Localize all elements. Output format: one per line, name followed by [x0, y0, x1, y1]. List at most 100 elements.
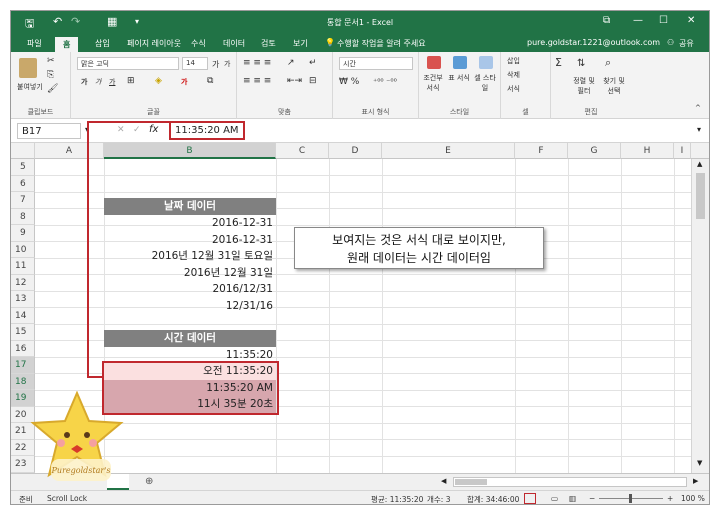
- select-all-corner[interactable]: [11, 143, 35, 159]
- cell-b13[interactable]: 12/31/16: [104, 298, 276, 315]
- horizontal-scrollbar[interactable]: [453, 477, 687, 487]
- account-email[interactable]: pure.goldstar.1221@outlook.com: [527, 38, 660, 47]
- number-format-select[interactable]: 시간: [339, 57, 413, 70]
- font-color-button[interactable]: 가: [181, 77, 187, 87]
- tell-me-search[interactable]: 수행할 작업을 알려 주세요: [337, 38, 426, 49]
- maximize-icon[interactable]: ☐: [659, 15, 668, 26]
- bold-button[interactable]: 가: [81, 77, 87, 87]
- column-header-i[interactable]: I: [674, 143, 691, 159]
- page-layout-view-icon[interactable]: ▭: [551, 494, 558, 503]
- insert-cells-button[interactable]: 삽입: [507, 56, 520, 66]
- row-header[interactable]: 14: [11, 307, 35, 324]
- zoom-slider[interactable]: [599, 494, 663, 503]
- minimize-icon[interactable]: —: [633, 15, 643, 26]
- zoom-out-icon[interactable]: −: [589, 494, 595, 503]
- share-button[interactable]: 공유: [679, 38, 694, 49]
- paste-icon[interactable]: [19, 58, 37, 78]
- column-header-g[interactable]: G: [568, 143, 621, 159]
- shrink-font-button[interactable]: 가: [224, 59, 230, 69]
- cell-b8[interactable]: 2016-12-31: [104, 215, 276, 232]
- column-header-b[interactable]: B: [104, 143, 276, 159]
- column-header-c[interactable]: C: [276, 143, 329, 159]
- orientation-icon[interactable]: ↗: [287, 58, 295, 68]
- cell-styles-button[interactable]: 셀 스타일: [473, 73, 497, 93]
- hscroll-left-icon[interactable]: ◀: [441, 477, 446, 485]
- decimal-icon[interactable]: ⁺⁰⁰ ⁻⁰⁰: [373, 77, 397, 86]
- tab-home[interactable]: 홈: [55, 37, 79, 52]
- font-name-select[interactable]: 맑은 고딕: [77, 57, 179, 70]
- grow-font-button[interactable]: 가: [212, 59, 219, 70]
- delete-cells-button[interactable]: 삭제: [507, 70, 520, 80]
- autosum-icon[interactable]: Σ: [555, 56, 562, 69]
- row-header[interactable]: 8: [11, 208, 35, 225]
- column-header-h[interactable]: H: [621, 143, 674, 159]
- close-icon[interactable]: ✕: [687, 15, 695, 26]
- font-size-select[interactable]: 14: [182, 57, 208, 70]
- scroll-thumb[interactable]: [696, 173, 705, 219]
- find-select-button[interactable]: 찾기 및 선택: [599, 76, 629, 96]
- italic-button[interactable]: 가: [95, 77, 101, 87]
- cell-b9[interactable]: 2016-12-31: [104, 232, 276, 249]
- cell-b12[interactable]: 2016/12/31: [104, 281, 276, 298]
- add-sheet-icon[interactable]: ⊕: [145, 476, 153, 487]
- tab-data[interactable]: 데이터: [223, 38, 245, 49]
- scroll-down-icon[interactable]: ▼: [697, 459, 702, 467]
- merge-icon[interactable]: ⊟: [309, 76, 317, 86]
- sort-filter-button[interactable]: 정렬 및 필터: [569, 76, 599, 96]
- cell-b10[interactable]: 2016년 12월 31일 토요일: [104, 248, 276, 265]
- indent-icon[interactable]: ⇤⇥: [287, 76, 302, 86]
- row-header[interactable]: 7: [11, 192, 35, 209]
- ribbon-options-icon[interactable]: ⧉: [603, 15, 610, 26]
- insert-function-icon[interactable]: fx: [149, 124, 158, 135]
- expand-formula-icon[interactable]: ▾: [697, 125, 701, 134]
- paste-button[interactable]: 붙여넣기: [17, 82, 43, 92]
- wrap-text-icon[interactable]: ↵: [309, 58, 317, 68]
- table-format-icon[interactable]: [453, 56, 467, 69]
- row-header[interactable]: 18: [11, 373, 35, 390]
- tab-review[interactable]: 검토: [261, 38, 276, 49]
- zoom-in-icon[interactable]: +: [667, 494, 673, 503]
- tab-formulas[interactable]: 수식: [191, 38, 206, 49]
- row-header[interactable]: 16: [11, 340, 35, 357]
- format-painter-icon[interactable]: 🖌: [47, 84, 58, 94]
- collapse-ribbon-icon[interactable]: ^: [695, 104, 701, 112]
- cancel-icon[interactable]: ✕: [117, 125, 125, 135]
- row-header[interactable]: 5: [11, 159, 35, 176]
- tab-file[interactable]: 파일: [27, 38, 42, 49]
- sort-filter-icon[interactable]: ⇅: [577, 58, 585, 69]
- align-left-icon[interactable]: ≡ ≡ ≡: [243, 76, 271, 86]
- border-icon[interactable]: ⊞: [127, 76, 135, 86]
- format-cells-button[interactable]: 서식: [507, 84, 520, 94]
- fill-color-icon[interactable]: ◈: [155, 76, 162, 86]
- zoom-slider-thumb[interactable]: [629, 494, 632, 503]
- row-header[interactable]: 10: [11, 241, 35, 258]
- copy-icon[interactable]: ⎘: [47, 70, 54, 80]
- tab-insert[interactable]: 삽입: [95, 38, 110, 49]
- hscroll-right-icon[interactable]: ▶: [693, 477, 698, 485]
- column-header-a[interactable]: A: [35, 143, 104, 159]
- cell-b15[interactable]: 시간 데이터: [104, 330, 276, 347]
- row-header[interactable]: 12: [11, 274, 35, 291]
- column-header-f[interactable]: F: [515, 143, 568, 159]
- table-format-button[interactable]: 표 서식: [447, 73, 471, 83]
- page-break-view-icon[interactable]: ▥: [569, 494, 576, 503]
- column-header-d[interactable]: D: [329, 143, 382, 159]
- align-top-icon[interactable]: ≡ ≡ ≡: [243, 58, 271, 68]
- zoom-level[interactable]: 100 %: [681, 494, 705, 503]
- find-select-icon[interactable]: ⌕: [605, 56, 611, 70]
- underline-button[interactable]: 가: [109, 77, 115, 87]
- enter-icon[interactable]: ✓: [133, 125, 141, 135]
- cut-icon[interactable]: ✂: [47, 56, 55, 66]
- lightbulb-icon[interactable]: 💡: [325, 38, 335, 47]
- vertical-scrollbar[interactable]: ▲ ▼: [691, 159, 709, 473]
- hscroll-thumb[interactable]: [455, 479, 487, 485]
- cell-b7[interactable]: 날짜 데이터: [104, 198, 276, 215]
- person-icon[interactable]: ⚇: [667, 38, 674, 47]
- row-header[interactable]: 9: [11, 225, 35, 242]
- cell-styles-icon[interactable]: [479, 56, 493, 69]
- row-header[interactable]: 17: [11, 357, 35, 374]
- row-header[interactable]: 6: [11, 175, 35, 192]
- column-header-e[interactable]: E: [382, 143, 515, 159]
- row-header[interactable]: 13: [11, 291, 35, 308]
- formula-input[interactable]: 11:35:20 AM: [169, 121, 245, 140]
